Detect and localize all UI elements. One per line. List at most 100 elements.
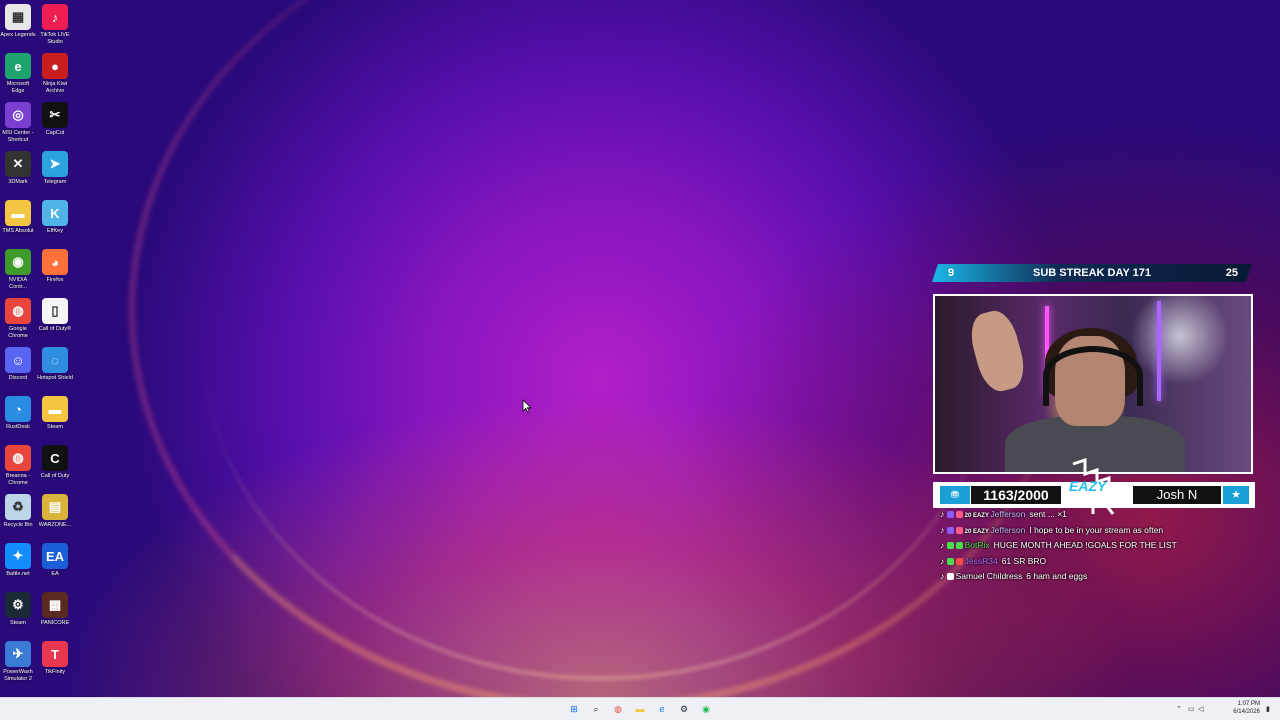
spotify-icon[interactable]: ◉ [699, 702, 713, 716]
telegram-icon: ➤ [42, 151, 68, 177]
desktop-icon-label: RustDesk [6, 424, 30, 430]
desktop-icon-label: Firefox [46, 277, 64, 283]
desktop-icon[interactable]: ● Ninja Kiwi Archive [37, 53, 73, 95]
desktop-icon[interactable]: e Microsoft Edge [0, 53, 36, 95]
tiktok-icon: ♪ [940, 509, 947, 519]
desktop-icon-label: Battle.net [6, 571, 30, 577]
desktop-icon[interactable]: ◔ RustDesk [0, 396, 36, 431]
desktop-icon[interactable]: ◎ MSI Center - Shortcut [0, 102, 36, 144]
chat-badge-icon [946, 557, 954, 565]
chat-username: Samuel Childress [955, 571, 1023, 581]
search-icon[interactable]: ⌕ [589, 702, 603, 716]
tiktok-live-icon: ♪ [42, 4, 68, 30]
volume-icon[interactable]: ◁ [1198, 705, 1206, 713]
chevron-up-icon[interactable]: ⌃ [1176, 705, 1184, 713]
desktop-icon[interactable]: ▬ Steam [37, 396, 73, 431]
desktop-icon-label: ElfKey [47, 228, 63, 234]
desktop-icon[interactable]: ▯ Call of Duty® [37, 298, 73, 333]
desktop-icon-label: Call of Duty® [38, 326, 72, 332]
desktop-icon-label: TMS Absolut [2, 228, 34, 234]
desktop-icon[interactable]: ☺ Discord [0, 347, 36, 382]
desktop-icon[interactable]: C Call of Duty [37, 445, 73, 480]
desktop-icon[interactable]: K ElfKey [37, 200, 73, 235]
folder-icon: ▬ [42, 396, 68, 422]
ninjakiwi-icon: ● [42, 53, 68, 79]
chat-badge-icon [946, 573, 954, 581]
cod-icon: C [42, 445, 68, 471]
desktop-icon[interactable]: ⚙ Steam [0, 592, 36, 627]
desktop-icon-label: TikTok LIVE Studio [40, 32, 70, 45]
desktop-icon-label: Call of Duty [40, 473, 70, 479]
sub-goal-bar: ⛃ 1163/2000 EAZY Josh N ★ [933, 458, 1255, 515]
goal-coin-icon: ⛃ [940, 486, 970, 504]
chat-text: HUGE MONTH AHEAD !GOALS FOR THE LIST [993, 540, 1177, 550]
ea-icon: EA [42, 543, 68, 569]
desktop-icon-label: Hotspot Shield [37, 375, 73, 381]
chat-text: 6 ham and eggs [1026, 571, 1088, 581]
desktop-icon-label: WARZONE... [38, 522, 72, 528]
wallpaper-inner-ring [200, 0, 1000, 680]
msi-icon: ◎ [5, 102, 31, 128]
steam-icon[interactable]: ⚙ [677, 702, 691, 716]
taskbar: ⊞ ⌕ ◍ ▬ e ⚙ ◉ ⌃ ▭ ◁ ▮ 1:07 PM 6/14/2026 [0, 697, 1280, 720]
tikfinity-icon: T [42, 641, 68, 667]
chat-text: I hope to be in your stream as often [1029, 524, 1164, 535]
file-icon: ▯ [42, 298, 68, 324]
start-icon[interactable]: ⊞ [567, 702, 581, 716]
desktop-icon-label: Microsoft Edge [6, 81, 30, 94]
desktop-icon[interactable]: ✂ CapCut [37, 102, 73, 137]
desktop-icon[interactable]: ◉ NVIDIA Contr... [0, 249, 36, 291]
recycle-bin-icon: ♻ [5, 494, 31, 520]
desktop-icon-label: Recycle Bin [3, 522, 33, 528]
notification-bell-icon[interactable]: ▮ [1266, 705, 1274, 713]
neon-light [1157, 301, 1161, 401]
clock-date: 6/14/2026 [1233, 709, 1260, 715]
file-explorer-icon[interactable]: ▬ [633, 702, 647, 716]
desktop-icon[interactable]: ◌ Hotspot Shield [37, 347, 73, 382]
desktop-icon[interactable]: ◕ Firefox [37, 249, 73, 284]
tiktok-icon: ♪ [940, 524, 947, 535]
chat-badge-icon [946, 511, 954, 519]
desktop-icon[interactable]: ▩ PANICORE [37, 592, 73, 627]
chat-badge-icon [946, 542, 954, 550]
chat-badge-icon [955, 557, 963, 565]
desktop-icon[interactable]: ✦ Battle.net [0, 543, 36, 578]
chrome-icon[interactable]: ◍ [611, 702, 625, 716]
desktop-icon[interactable]: ♻ Recycle Bin [0, 494, 36, 529]
desktop-icon[interactable]: EA EA [37, 543, 73, 578]
chat-message: ♪ Samuel Childress 6 ham and eggs [940, 569, 1260, 585]
taskbar-clock[interactable]: 1:07 PM 6/14/2026 [1220, 700, 1260, 716]
sub-streak-bar: 9 SUB STREAK DAY 171 25 [932, 264, 1252, 282]
desktop-icon[interactable]: ▤ WARZONE... [37, 494, 73, 529]
desktop-icon-label: Google Chrome [8, 326, 28, 339]
panicore-icon: ▩ [42, 592, 68, 618]
streak-right-count: 25 [1225, 267, 1238, 279]
webcam-feed [933, 294, 1253, 474]
desktop-icon[interactable]: ▬ TMS Absolut [0, 200, 36, 235]
desktop-icon[interactable]: ◍ Breanna - Chrome [0, 445, 36, 487]
desktop-icon[interactable]: ♪ TikTok LIVE Studio [37, 4, 73, 46]
desktop-icon-label: Breanna - Chrome [5, 473, 31, 486]
desktop-icon[interactable]: ✕ 3DMark [0, 151, 36, 186]
desktop-icon-label: TikFinity [44, 669, 66, 675]
desktop-icon[interactable]: ◍ Google Chrome [0, 298, 36, 340]
edge-icon[interactable]: e [655, 702, 669, 716]
latest-sub-name: Josh N [1133, 486, 1221, 504]
desktop-icon[interactable]: ▦ Apex Legends [0, 4, 36, 39]
desktop-icon[interactable]: ✈ PowerWash Simulator 2 [0, 641, 36, 683]
desktop-icon[interactable]: ➤ Telegram [37, 151, 73, 186]
desktop-icon[interactable]: T TikFinity [37, 641, 73, 676]
desktop-icon-label: Telegram [43, 179, 67, 185]
desktop-icon-label: PANICORE [40, 620, 70, 626]
svg-text:EAZY: EAZY [1069, 478, 1108, 494]
chat-message: ♪ BotRix HUGE MONTH AHEAD !GOALS FOR THE … [940, 538, 1260, 554]
network-icon[interactable]: ▭ [1188, 705, 1196, 713]
clock-time: 1:07 PM [1237, 701, 1260, 707]
mouse-cursor-icon [522, 399, 532, 413]
desktop-icon-label: Apex Legends [0, 32, 36, 38]
desktop-icon-label: Steam [47, 424, 63, 430]
headset [1043, 346, 1143, 406]
firefox-icon: ◕ [42, 249, 68, 275]
chat-text: sent ... ×1 [1029, 509, 1067, 519]
capcut-icon: ✂ [42, 102, 68, 128]
